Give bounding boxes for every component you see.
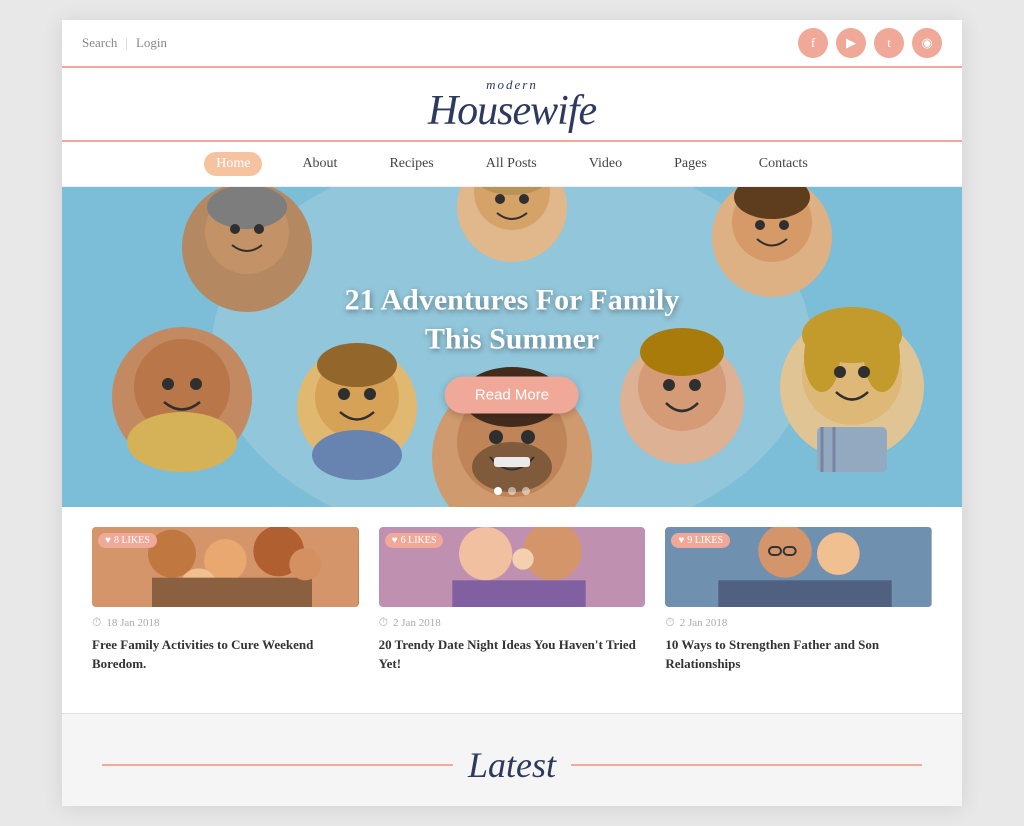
nav-about[interactable]: About <box>290 152 349 176</box>
left-divider <box>102 764 453 766</box>
nav-pages[interactable]: Pages <box>662 152 719 176</box>
clock-icon-2: ⏱ <box>379 615 388 630</box>
hero-content: 21 Adventures For FamilyThis Summer Read… <box>345 281 680 414</box>
post-card-1: ♥ 8 LIKES ⏱ 18 Jan 2018 Free Family Acti… <box>92 527 359 672</box>
latest-divider-wrap: Latest <box>62 744 962 786</box>
youtube-icon[interactable]: ▶ <box>836 28 866 58</box>
twitter-icon[interactable]: t <box>874 28 904 58</box>
post-title-1[interactable]: Free Family Activities to Cure Weekend B… <box>92 636 359 672</box>
top-bar-left: Search | Login <box>82 35 167 51</box>
hero-section: 21 Adventures For FamilyThis Summer Read… <box>62 187 962 507</box>
likes-count-2: 6 LIKES <box>401 535 437 546</box>
post-image-3[interactable]: ♥ 9 LIKES <box>665 527 932 607</box>
likes-count-1: 8 LIKES <box>114 535 150 546</box>
likes-badge-1: ♥ 8 LIKES <box>98 533 157 548</box>
social-icons: f ▶ t ◉ <box>798 28 942 58</box>
likes-badge-2: ♥ 6 LIKES <box>385 533 444 548</box>
read-more-button[interactable]: Read More <box>445 377 579 414</box>
instagram-icon[interactable]: ◉ <box>912 28 942 58</box>
hero-title: 21 Adventures For FamilyThis Summer <box>345 281 680 359</box>
top-bar: Search | Login f ▶ t ◉ <box>62 20 962 66</box>
site-main-title: Housewife <box>428 88 596 134</box>
main-nav: Home About Recipes All Posts Video Pages… <box>62 142 962 187</box>
hero-dot-3[interactable] <box>522 487 530 495</box>
login-link[interactable]: Login <box>136 35 167 51</box>
post-date-2: 2 Jan 2018 <box>393 617 441 629</box>
clock-icon-1: ⏱ <box>92 615 101 630</box>
divider: | <box>125 35 128 51</box>
page-wrapper: Search | Login f ▶ t ◉ modern Housewife … <box>62 20 962 806</box>
post-card-3: ♥ 9 LIKES ⏱ 2 Jan 2018 10 Ways to Streng… <box>665 527 932 672</box>
search-link[interactable]: Search <box>82 35 117 51</box>
nav-home[interactable]: Home <box>204 152 262 176</box>
posts-section: ♥ 8 LIKES ⏱ 18 Jan 2018 Free Family Acti… <box>62 507 962 702</box>
right-divider <box>571 764 922 766</box>
nav-all-posts[interactable]: All Posts <box>474 152 549 176</box>
nav-recipes[interactable]: Recipes <box>377 152 445 176</box>
latest-section: Latest <box>62 713 962 806</box>
likes-count-3: 9 LIKES <box>687 535 723 546</box>
hero-background: 21 Adventures For FamilyThis Summer Read… <box>62 187 962 507</box>
likes-badge-3: ♥ 9 LIKES <box>671 533 730 548</box>
nav-contacts[interactable]: Contacts <box>747 152 820 176</box>
nav-video[interactable]: Video <box>577 152 634 176</box>
heart-icon-1: ♥ <box>105 535 111 546</box>
facebook-icon[interactable]: f <box>798 28 828 58</box>
post-date-3: 2 Jan 2018 <box>680 617 728 629</box>
post-meta-1: ⏱ 18 Jan 2018 <box>92 615 359 630</box>
latest-title: Latest <box>468 744 556 786</box>
post-meta-2: ⏱ 2 Jan 2018 <box>379 615 646 630</box>
post-date-1: 18 Jan 2018 <box>106 617 159 629</box>
site-header: modern Housewife <box>62 66 962 142</box>
heart-icon-2: ♥ <box>392 535 398 546</box>
post-meta-3: ⏱ 2 Jan 2018 <box>665 615 932 630</box>
post-title-3[interactable]: 10 Ways to Strengthen Father and Son Rel… <box>665 636 932 672</box>
post-card-2: ♥ 6 LIKES ⏱ 2 Jan 2018 20 Trendy Date Ni… <box>379 527 646 672</box>
posts-grid: ♥ 8 LIKES ⏱ 18 Jan 2018 Free Family Acti… <box>92 527 932 672</box>
heart-icon-3: ♥ <box>678 535 684 546</box>
hero-dot-1[interactable] <box>494 487 502 495</box>
clock-icon-3: ⏱ <box>665 615 674 630</box>
post-image-1[interactable]: ♥ 8 LIKES <box>92 527 359 607</box>
site-title: modern Housewife <box>62 78 962 134</box>
hero-dot-2[interactable] <box>508 487 516 495</box>
post-image-2[interactable]: ♥ 6 LIKES <box>379 527 646 607</box>
post-title-2[interactable]: 20 Trendy Date Night Ideas You Haven't T… <box>379 636 646 672</box>
hero-dots <box>494 487 530 495</box>
